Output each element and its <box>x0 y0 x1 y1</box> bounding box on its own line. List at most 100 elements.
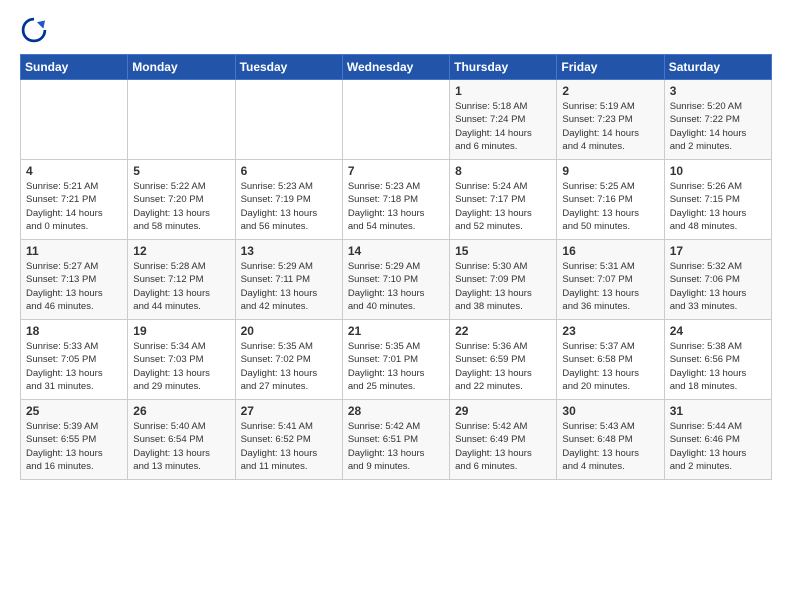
day-cell: 27Sunrise: 5:41 AM Sunset: 6:52 PM Dayli… <box>235 400 342 480</box>
day-header-wednesday: Wednesday <box>342 55 449 80</box>
day-header-saturday: Saturday <box>664 55 771 80</box>
day-number: 29 <box>455 404 551 418</box>
day-number: 1 <box>455 84 551 98</box>
calendar-table: SundayMondayTuesdayWednesdayThursdayFrid… <box>20 54 772 480</box>
day-info: Sunrise: 5:41 AM Sunset: 6:52 PM Dayligh… <box>241 420 337 473</box>
day-info: Sunrise: 5:36 AM Sunset: 6:59 PM Dayligh… <box>455 340 551 393</box>
day-info: Sunrise: 5:23 AM Sunset: 7:18 PM Dayligh… <box>348 180 444 233</box>
week-row-3: 11 Sunrise: 5:27 AM Sunset: 7:13 PM Dayli… <box>21 240 772 320</box>
day-info: Sunrise: 5:24 AM Sunset: 7:17 PM Dayligh… <box>455 180 551 233</box>
day-header-monday: Monday <box>128 55 235 80</box>
day-info: Sunrise: 5:44 AM Sunset: 6:46 PM Dayligh… <box>670 420 766 473</box>
day-info: Sunrise: 5:38 AM Sunset: 6:56 PM Dayligh… <box>670 340 766 393</box>
day-info: Sunrise: 5:19 AM Sunset: 7:23 PM Dayligh… <box>562 100 658 153</box>
week-row-2: 4 Sunrise: 5:21 AM Sunset: 7:21 PM Daylig… <box>21 160 772 240</box>
day-info: Sunrise: 5:20 AM Sunset: 7:22 PM Dayligh… <box>670 100 766 153</box>
logo <box>20 16 52 44</box>
logo-icon <box>20 16 48 44</box>
day-cell: 20 Sunrise: 5:35 AM Sunset: 7:02 PM Dayli… <box>235 320 342 400</box>
day-cell: 10Sunrise: 5:26 AM Sunset: 7:15 PM Dayli… <box>664 160 771 240</box>
day-cell <box>342 80 449 160</box>
day-cell: 22 Sunrise: 5:36 AM Sunset: 6:59 PM Dayli… <box>450 320 557 400</box>
day-number: 20 <box>241 324 337 338</box>
day-number: 5 <box>133 164 229 178</box>
day-info: Sunrise: 5:28 AM Sunset: 7:12 PM Dayligh… <box>133 260 229 313</box>
day-cell: 16Sunrise: 5:31 AM Sunset: 7:07 PM Dayli… <box>557 240 664 320</box>
day-info: Sunrise: 5:21 AM Sunset: 7:21 PM Dayligh… <box>26 180 122 233</box>
day-number: 21 <box>348 324 444 338</box>
day-number: 11 <box>26 244 122 258</box>
day-number: 6 <box>241 164 337 178</box>
day-cell <box>235 80 342 160</box>
page: SundayMondayTuesdayWednesdayThursdayFrid… <box>0 0 792 490</box>
day-info: Sunrise: 5:39 AM Sunset: 6:55 PM Dayligh… <box>26 420 122 473</box>
day-cell: 31Sunrise: 5:44 AM Sunset: 6:46 PM Dayli… <box>664 400 771 480</box>
day-info: Sunrise: 5:34 AM Sunset: 7:03 PM Dayligh… <box>133 340 229 393</box>
day-info: Sunrise: 5:40 AM Sunset: 6:54 PM Dayligh… <box>133 420 229 473</box>
day-number: 15 <box>455 244 551 258</box>
header <box>20 16 772 44</box>
day-number: 8 <box>455 164 551 178</box>
day-cell: 17 Sunrise: 5:32 AM Sunset: 7:06 PM Dayli… <box>664 240 771 320</box>
day-number: 22 <box>455 324 551 338</box>
week-row-4: 18Sunrise: 5:33 AM Sunset: 7:05 PM Dayli… <box>21 320 772 400</box>
day-cell: 3 Sunrise: 5:20 AM Sunset: 7:22 PM Daylig… <box>664 80 771 160</box>
day-info: Sunrise: 5:18 AM Sunset: 7:24 PM Dayligh… <box>455 100 551 153</box>
week-row-5: 25 Sunrise: 5:39 AM Sunset: 6:55 PM Dayli… <box>21 400 772 480</box>
day-cell: 29 Sunrise: 5:42 AM Sunset: 6:49 PM Dayli… <box>450 400 557 480</box>
day-cell: 1 Sunrise: 5:18 AM Sunset: 7:24 PM Daylig… <box>450 80 557 160</box>
day-cell: 4 Sunrise: 5:21 AM Sunset: 7:21 PM Daylig… <box>21 160 128 240</box>
day-info: Sunrise: 5:22 AM Sunset: 7:20 PM Dayligh… <box>133 180 229 233</box>
day-info: Sunrise: 5:37 AM Sunset: 6:58 PM Dayligh… <box>562 340 658 393</box>
day-info: Sunrise: 5:35 AM Sunset: 7:02 PM Dayligh… <box>241 340 337 393</box>
day-cell: 15 Sunrise: 5:30 AM Sunset: 7:09 PM Dayli… <box>450 240 557 320</box>
day-cell <box>128 80 235 160</box>
day-cell: 25 Sunrise: 5:39 AM Sunset: 6:55 PM Dayli… <box>21 400 128 480</box>
day-number: 26 <box>133 404 229 418</box>
day-info: Sunrise: 5:43 AM Sunset: 6:48 PM Dayligh… <box>562 420 658 473</box>
day-header-sunday: Sunday <box>21 55 128 80</box>
day-cell: 5 Sunrise: 5:22 AM Sunset: 7:20 PM Daylig… <box>128 160 235 240</box>
day-info: Sunrise: 5:31 AM Sunset: 7:07 PM Dayligh… <box>562 260 658 313</box>
week-row-1: 1 Sunrise: 5:18 AM Sunset: 7:24 PM Daylig… <box>21 80 772 160</box>
day-cell: 11 Sunrise: 5:27 AM Sunset: 7:13 PM Dayli… <box>21 240 128 320</box>
day-cell: 13 Sunrise: 5:29 AM Sunset: 7:11 PM Dayli… <box>235 240 342 320</box>
day-number: 24 <box>670 324 766 338</box>
day-info: Sunrise: 5:42 AM Sunset: 6:49 PM Dayligh… <box>455 420 551 473</box>
day-info: Sunrise: 5:35 AM Sunset: 7:01 PM Dayligh… <box>348 340 444 393</box>
day-info: Sunrise: 5:29 AM Sunset: 7:11 PM Dayligh… <box>241 260 337 313</box>
day-number: 7 <box>348 164 444 178</box>
day-number: 13 <box>241 244 337 258</box>
day-number: 4 <box>26 164 122 178</box>
day-info: Sunrise: 5:32 AM Sunset: 7:06 PM Dayligh… <box>670 260 766 313</box>
day-number: 12 <box>133 244 229 258</box>
day-number: 9 <box>562 164 658 178</box>
day-cell: 9 Sunrise: 5:25 AM Sunset: 7:16 PM Daylig… <box>557 160 664 240</box>
day-cell: 24 Sunrise: 5:38 AM Sunset: 6:56 PM Dayli… <box>664 320 771 400</box>
day-cell: 23 Sunrise: 5:37 AM Sunset: 6:58 PM Dayli… <box>557 320 664 400</box>
day-cell: 18Sunrise: 5:33 AM Sunset: 7:05 PM Dayli… <box>21 320 128 400</box>
day-cell: 26 Sunrise: 5:40 AM Sunset: 6:54 PM Dayli… <box>128 400 235 480</box>
day-number: 30 <box>562 404 658 418</box>
day-cell: 12 Sunrise: 5:28 AM Sunset: 7:12 PM Dayli… <box>128 240 235 320</box>
day-cell: 28Sunrise: 5:42 AM Sunset: 6:51 PM Dayli… <box>342 400 449 480</box>
days-header-row: SundayMondayTuesdayWednesdayThursdayFrid… <box>21 55 772 80</box>
day-info: Sunrise: 5:30 AM Sunset: 7:09 PM Dayligh… <box>455 260 551 313</box>
day-number: 25 <box>26 404 122 418</box>
day-cell: 6 Sunrise: 5:23 AM Sunset: 7:19 PM Daylig… <box>235 160 342 240</box>
day-info: Sunrise: 5:27 AM Sunset: 7:13 PM Dayligh… <box>26 260 122 313</box>
day-cell: 14Sunrise: 5:29 AM Sunset: 7:10 PM Dayli… <box>342 240 449 320</box>
day-number: 3 <box>670 84 766 98</box>
day-header-tuesday: Tuesday <box>235 55 342 80</box>
day-info: Sunrise: 5:25 AM Sunset: 7:16 PM Dayligh… <box>562 180 658 233</box>
day-number: 10 <box>670 164 766 178</box>
day-cell <box>21 80 128 160</box>
day-number: 23 <box>562 324 658 338</box>
day-header-friday: Friday <box>557 55 664 80</box>
day-number: 14 <box>348 244 444 258</box>
day-number: 18 <box>26 324 122 338</box>
day-number: 17 <box>670 244 766 258</box>
day-number: 19 <box>133 324 229 338</box>
day-info: Sunrise: 5:23 AM Sunset: 7:19 PM Dayligh… <box>241 180 337 233</box>
day-cell: 8 Sunrise: 5:24 AM Sunset: 7:17 PM Daylig… <box>450 160 557 240</box>
